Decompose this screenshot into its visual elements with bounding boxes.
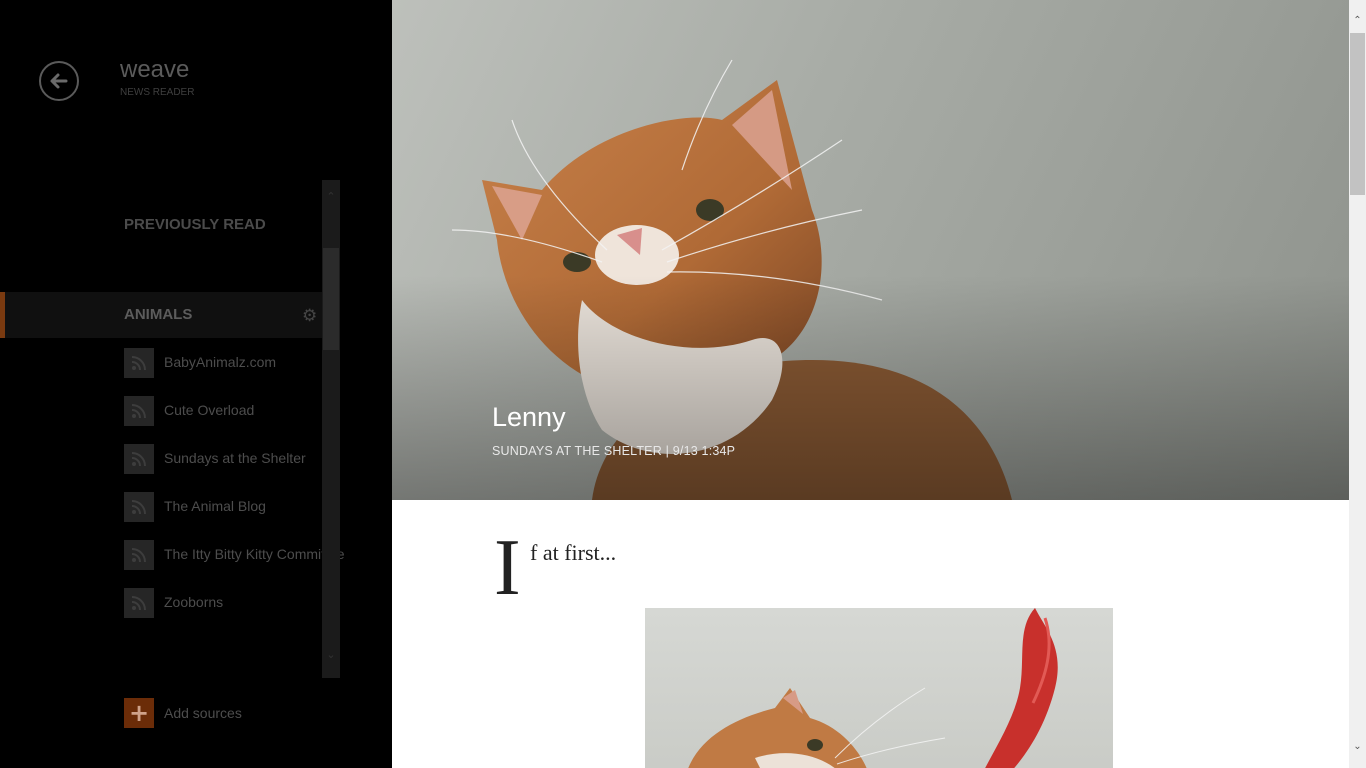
app-title: weave bbox=[120, 56, 190, 83]
feed-name: Zooborns bbox=[164, 594, 224, 610]
feed-name: BabyAnimalz.com bbox=[164, 354, 277, 370]
article-pane: Lenny SUNDAYS AT THE SHELTER | 9/13 1:34… bbox=[392, 0, 1349, 768]
rss-icon bbox=[124, 540, 154, 570]
rss-icon bbox=[124, 444, 154, 474]
previously-read-link[interactable]: PREVIOUSLY READ bbox=[124, 216, 266, 233]
feed-name: Sundays at the Shelter bbox=[164, 450, 306, 466]
feed-name: The Animal Blog bbox=[164, 498, 266, 514]
dropcap-letter: I bbox=[494, 524, 521, 612]
gear-icon[interactable]: ⚙ bbox=[302, 306, 317, 326]
add-sources-label: Add sources bbox=[164, 705, 242, 721]
plus-icon: + bbox=[124, 698, 154, 728]
inline-photo bbox=[645, 608, 1113, 768]
arrow-left-icon bbox=[50, 73, 68, 89]
scrollbar-thumb[interactable] bbox=[323, 248, 339, 350]
add-sources-button[interactable]: + Add sources bbox=[124, 698, 324, 728]
rss-icon bbox=[124, 348, 154, 378]
feed-list-scrollbar[interactable]: ⌃ ⌄ bbox=[322, 180, 340, 678]
scroll-up-icon[interactable]: ⌃ bbox=[1349, 12, 1366, 29]
article-meta: SUNDAYS AT THE SHELTER | 9/13 1:34P bbox=[492, 444, 736, 458]
category-animals[interactable]: ANIMALS ⚙ bbox=[0, 292, 322, 338]
hero-image: Lenny SUNDAYS AT THE SHELTER | 9/13 1:34… bbox=[392, 0, 1349, 500]
back-button[interactable] bbox=[39, 61, 79, 101]
scroll-down-icon[interactable]: ⌄ bbox=[322, 646, 340, 664]
feed-item[interactable]: Zooborns bbox=[124, 588, 344, 618]
selection-indicator bbox=[0, 292, 5, 338]
feed-item[interactable]: The Animal Blog bbox=[124, 492, 344, 522]
scroll-up-icon[interactable]: ⌃ bbox=[322, 188, 340, 206]
article-title: Lenny bbox=[492, 402, 566, 433]
app-subtitle: NEWS READER bbox=[120, 87, 195, 98]
feed-name: Cute Overload bbox=[164, 402, 255, 418]
feed-item[interactable]: Cute Overload bbox=[124, 396, 344, 426]
page-scrollbar[interactable]: ⌃ ⌄ bbox=[1349, 0, 1366, 768]
rss-icon bbox=[124, 492, 154, 522]
feed-item[interactable]: BabyAnimalz.com bbox=[124, 348, 344, 378]
feed-name: The Itty Bitty Kitty Committee bbox=[164, 546, 344, 562]
scrollbar-thumb[interactable] bbox=[1350, 33, 1365, 195]
cat-playing-photo bbox=[688, 608, 1058, 768]
rss-icon bbox=[124, 588, 154, 618]
article-lead-text: f at first... bbox=[530, 540, 617, 565]
rss-icon bbox=[124, 396, 154, 426]
feed-item[interactable]: The Itty Bitty Kitty Committee bbox=[124, 540, 344, 570]
sidebar: weave NEWS READER PREVIOUSLY READ ANIMAL… bbox=[0, 0, 392, 768]
feed-item[interactable]: Sundays at the Shelter bbox=[124, 444, 344, 474]
category-label: ANIMALS bbox=[124, 306, 193, 323]
scroll-down-icon[interactable]: ⌄ bbox=[1349, 738, 1366, 755]
